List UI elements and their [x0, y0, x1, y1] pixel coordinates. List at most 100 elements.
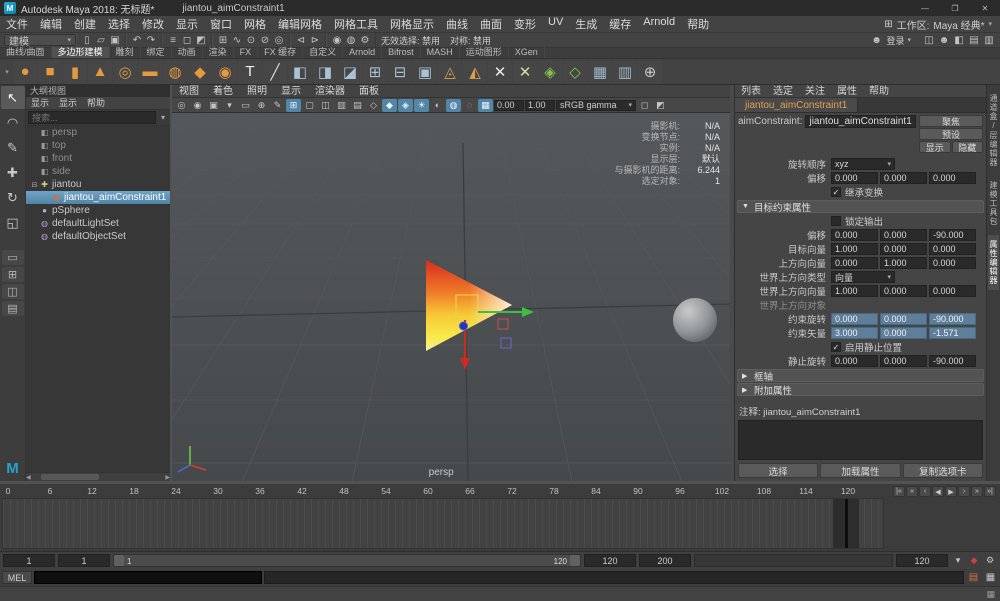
- attribute-editor-menu[interactable]: 选定: [767, 85, 799, 97]
- open-scene-icon[interactable]: ▱: [94, 34, 108, 47]
- select-component-icon[interactable]: ◩: [194, 34, 208, 47]
- shelf-poly-pipe-icon[interactable]: ◉: [213, 59, 237, 84]
- gate-mask-icon[interactable]: ▥: [334, 99, 349, 112]
- menu-item[interactable]: 窗口: [204, 16, 238, 32]
- chevron-down-icon[interactable]: ▾: [158, 113, 168, 122]
- menu-item[interactable]: 文件: [0, 16, 34, 32]
- select-button[interactable]: 选择: [738, 463, 819, 478]
- ipr-render-icon[interactable]: ◍: [344, 34, 358, 47]
- attribute-field[interactable]: 1.000: [831, 285, 878, 297]
- step-back-key-button[interactable]: ‹: [919, 486, 931, 497]
- attribute-editor-menu[interactable]: 列表: [735, 85, 767, 97]
- xray-icon[interactable]: ◩: [653, 99, 668, 112]
- timeline-tick-label[interactable]: 60: [423, 486, 432, 496]
- attribute-field[interactable]: 0.000: [880, 313, 927, 325]
- shelf-smooth-icon[interactable]: ▦: [588, 59, 612, 84]
- shaded-display-icon[interactable]: ◆: [382, 98, 397, 112]
- layout-four-pane-icon[interactable]: ⊞: [1, 267, 24, 282]
- range-start-grip[interactable]: [114, 555, 124, 566]
- menu-item[interactable]: 网格: [238, 16, 272, 32]
- ae-node-tab[interactable]: jiantou_aimConstraint1: [735, 98, 859, 112]
- menu-item[interactable]: 变形: [508, 16, 542, 32]
- shelf-boolean-intersect-icon[interactable]: ◪: [338, 59, 362, 84]
- shelf-multi-cut-icon[interactable]: ✕: [488, 59, 512, 84]
- shelf-tab[interactable]: FX 缓存: [258, 47, 304, 58]
- attribute-field[interactable]: 0.000: [831, 172, 878, 184]
- sidebar-vtab[interactable]: 建模工具包: [988, 176, 999, 231]
- shelf-poly-cylinder-icon[interactable]: ▮: [63, 59, 87, 84]
- timeline-tick-label[interactable]: 54: [381, 486, 390, 496]
- viewport-menu[interactable]: 面板: [352, 85, 386, 97]
- attribute-field[interactable]: 0.000: [831, 257, 878, 269]
- gamma-field[interactable]: [525, 99, 555, 111]
- exposure-field[interactable]: [494, 99, 524, 111]
- toggle-attribute-editor-icon[interactable]: ◧: [952, 34, 966, 47]
- shelf-mirror-icon[interactable]: ◇: [563, 59, 587, 84]
- select-camera-icon[interactable]: ◎: [174, 99, 189, 112]
- save-scene-icon[interactable]: ▣: [108, 34, 122, 47]
- scroll-right-icon[interactable]: ▶: [165, 474, 170, 481]
- snap-plane-icon[interactable]: ⊘: [258, 34, 272, 47]
- outliner-search-input[interactable]: [28, 111, 156, 124]
- shelf-tab[interactable]: 运动图形: [460, 47, 509, 58]
- timeline-tick-label[interactable]: 102: [715, 486, 729, 496]
- shelf-poly-cube-icon[interactable]: ■: [38, 59, 62, 84]
- timeline-tick-label[interactable]: 6: [48, 486, 53, 496]
- lasso-tool-icon[interactable]: ◠: [1, 111, 25, 134]
- snap-grid-icon[interactable]: ⊞: [216, 34, 230, 47]
- scale-tool-icon[interactable]: ◱: [1, 211, 25, 234]
- shelf-target-weld-icon[interactable]: ✕: [513, 59, 537, 84]
- playhead[interactable]: [833, 499, 859, 548]
- outliner-menu[interactable]: 显示: [54, 97, 82, 109]
- workspace-selector[interactable]: ⊞ 工作区: Maya 经典* ▾: [884, 17, 1000, 32]
- scroll-left-icon[interactable]: ◀: [26, 474, 31, 481]
- show-button[interactable]: 显示: [919, 141, 951, 153]
- rotate-tool-icon[interactable]: ↻: [1, 186, 25, 209]
- menu-item[interactable]: 选择: [102, 16, 136, 32]
- lock-camera-icon[interactable]: ◉: [190, 99, 205, 112]
- lights-icon[interactable]: ☀: [414, 98, 429, 112]
- shelf-bridge-icon[interactable]: ◭: [463, 59, 487, 84]
- attribute-editor-menu[interactable]: 关注: [799, 85, 831, 97]
- attribute-field[interactable]: 1.000: [880, 257, 927, 269]
- grid-toggle-icon[interactable]: ⊞: [286, 98, 301, 112]
- shelf-tab[interactable]: 曲线/曲面: [0, 47, 52, 58]
- current-time-field[interactable]: [896, 554, 948, 567]
- timeline-tick-label[interactable]: 42: [297, 486, 306, 496]
- auto-keyframe-button[interactable]: ◆: [967, 554, 981, 567]
- input-connections-icon[interactable]: ⊲: [294, 34, 308, 47]
- attribute-field[interactable]: 0.000: [880, 229, 927, 241]
- go-to-end-button[interactable]: »|: [984, 486, 996, 497]
- range-extra-track[interactable]: [694, 554, 893, 567]
- toggle-channel-box-icon[interactable]: ▥: [982, 34, 996, 47]
- sidebar-vtab[interactable]: 通道盒/层编辑器: [988, 89, 999, 172]
- origin-handle[interactable]: [459, 321, 468, 331]
- shelf-extrude-icon[interactable]: ▣: [413, 59, 437, 84]
- checkbox[interactable]: ✓: [831, 342, 841, 352]
- menu-item[interactable]: 网格显示: [384, 16, 440, 32]
- timeline-tick-label[interactable]: 84: [591, 486, 600, 496]
- sign-in-button[interactable]: 登录: [886, 34, 904, 47]
- output-connections-icon[interactable]: ⊳: [308, 34, 322, 47]
- wireframe-icon[interactable]: ◇: [366, 99, 381, 112]
- attribute-field[interactable]: 0.000: [831, 313, 878, 325]
- menu-item[interactable]: 曲面: [474, 16, 508, 32]
- attribute-field[interactable]: 1.000: [831, 243, 878, 255]
- viewport-menu[interactable]: 照明: [240, 85, 274, 97]
- redo-icon[interactable]: ↷: [144, 34, 158, 47]
- attribute-section-header[interactable]: ▶ 框轴: [737, 369, 984, 383]
- shelf-tab[interactable]: 多边形建模: [51, 47, 110, 58]
- outliner-item[interactable]: ◧ persp: [26, 126, 170, 139]
- textured-display-icon[interactable]: ◈: [398, 98, 413, 112]
- menu-item[interactable]: 缓存: [603, 16, 637, 32]
- outliner-item[interactable]: ◧ side: [26, 165, 170, 178]
- outliner-item[interactable]: ◧ top: [26, 139, 170, 152]
- shelf-tab[interactable]: MASH: [421, 47, 460, 58]
- attribute-field[interactable]: 0.000: [929, 172, 976, 184]
- load-attributes-button[interactable]: 加载属性: [820, 463, 901, 478]
- attribute-editor-menu[interactable]: 帮助: [863, 85, 895, 97]
- timeline-tick-label[interactable]: 108: [757, 486, 771, 496]
- layout-single-pane-icon[interactable]: ▭: [1, 250, 24, 265]
- attribute-field[interactable]: -90.000: [929, 355, 976, 367]
- bookmarks-icon[interactable]: ▾: [222, 99, 237, 112]
